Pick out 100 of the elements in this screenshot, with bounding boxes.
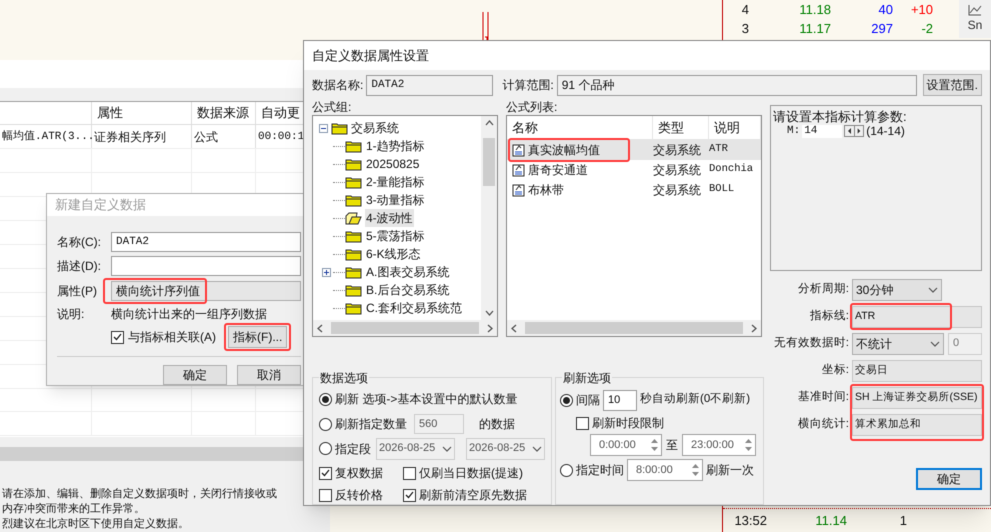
dialog-button[interactable]: 取消 (237, 365, 301, 385)
horizontal-scrollbar[interactable] (313, 320, 497, 336)
formula-name: 布林带 (528, 182, 564, 199)
dialog-title: 自定义数据属性设置 (312, 46, 429, 65)
radio-button[interactable] (560, 394, 573, 406)
checkbox[interactable] (403, 466, 416, 480)
quote-price: 11.18 (798, 0, 831, 19)
formula-type: 交易系统 (653, 162, 702, 179)
list-row[interactable]: 真实波幅均值 交易系统 ATR (507, 140, 761, 160)
checkbox[interactable] (111, 330, 124, 344)
param-field[interactable]: 14 (802, 124, 842, 138)
ok-button[interactable]: 确定 (916, 468, 982, 490)
checkbox-label[interactable]: 刷新时段限制 (592, 414, 664, 432)
folder-icon (345, 248, 362, 260)
list-row[interactable]: 唐奇安通道 交易系统 Donchia (507, 160, 761, 180)
checkbox-label[interactable]: 刷新前清空原先数据 (419, 486, 527, 504)
time-spinner[interactable]: 23:00:00 (682, 434, 756, 456)
setting-label: 坐标: (820, 362, 849, 378)
folder-icon (331, 122, 348, 134)
field-label: 名称(C): (57, 234, 102, 251)
input-field[interactable]: 0 (948, 332, 982, 354)
note-text: 内存冲突而带来的工作异常。 (2, 502, 145, 517)
input-field[interactable]: 91 个品种 (556, 74, 917, 96)
input-field[interactable]: DATA2 (111, 232, 301, 252)
list-row[interactable]: 布林带 交易系统 BOLL (507, 180, 761, 200)
chart-icon[interactable] (968, 4, 982, 16)
tree-item[interactable]: A.图表交易系统 (365, 263, 450, 281)
tree-item[interactable]: 3-动量指标 (365, 191, 426, 209)
table-cell: 幅均值.ATR(3... (0, 125, 92, 148)
folder-icon (345, 284, 362, 296)
dialog-button[interactable]: 确定 (163, 365, 227, 385)
horizontal-scrollbar[interactable] (507, 320, 761, 336)
folder-icon (345, 194, 362, 206)
checkbox[interactable] (319, 466, 332, 480)
tree-item[interactable]: B.后台交易系统 (365, 281, 450, 299)
field-label: 说明: (57, 306, 86, 323)
tree-view[interactable]: 交易系统 1-趋势指标 20250825 2-量能指标 3-动量指标 4-波动性 5-震荡指标 6-K线形态 A.图表交易系统 B.后台交易系统 C.套利交易系统范 (312, 115, 498, 337)
tree-item[interactable]: 5-震荡指标 (365, 227, 426, 245)
tree-item[interactable]: C.套利交易系统范 (365, 299, 463, 317)
param-stepper[interactable] (844, 125, 864, 137)
tree-item[interactable]: 20250825 (365, 155, 420, 173)
scroll-right-icon (487, 324, 493, 332)
radio-label[interactable]: 指定时间 (576, 461, 624, 479)
dropdown[interactable]: 不统计 (852, 332, 944, 354)
expand-icon[interactable] (322, 268, 330, 276)
checkbox-label[interactable]: 复权数据 (335, 464, 383, 482)
column-header[interactable]: 名称 (507, 116, 653, 139)
scrollbar-thumb[interactable] (331, 322, 479, 334)
indicator-button[interactable]: 指标(F)... (228, 326, 288, 348)
scrollbar-thumb[interactable] (483, 138, 495, 186)
quote-level: 4 (740, 0, 749, 19)
tree-item[interactable]: 2-量能指标 (365, 173, 426, 191)
formula-description: ATR (709, 142, 729, 158)
section-label: 公式列表: (506, 98, 558, 116)
scrollbar-thumb[interactable] (525, 322, 743, 334)
open-folder-icon (345, 212, 362, 224)
dropdown[interactable]: 30分钟 (852, 278, 942, 300)
column-header[interactable]: 类型 (653, 116, 709, 139)
chevron-down-icon (442, 446, 452, 452)
explanation-text: 横向统计出来的一组序列数据 (111, 306, 267, 323)
params-prompt: 请设置本指标计算参数: (773, 110, 908, 124)
checkbox-label[interactable]: 仅刷当日数据(提速) (419, 464, 523, 482)
quote-price: 11.17 (798, 20, 831, 38)
tree-item[interactable]: 6-K线形态 (365, 245, 422, 263)
time-spinner[interactable]: 0:00:00 (590, 434, 662, 456)
tree-item[interactable]: 交易系统 (351, 119, 399, 137)
checkbox[interactable] (403, 488, 416, 502)
range-separator: 至 (666, 437, 678, 454)
checkbox-label[interactable]: 反转价格 (335, 486, 383, 504)
checkbox[interactable] (319, 488, 332, 502)
tree-item[interactable]: 1-趋势指标 (365, 137, 426, 155)
field-label: 计算范围: (502, 77, 554, 94)
input-field[interactable] (111, 256, 301, 276)
column-header[interactable]: 属性 (92, 102, 192, 124)
column-header[interactable]: 说明 (709, 116, 761, 139)
checkbox[interactable] (576, 416, 589, 430)
dialog-title: 新建自定义数据 (55, 196, 146, 214)
radio-button[interactable] (319, 392, 332, 406)
scroll-left-icon (317, 324, 323, 332)
check-icon (113, 333, 122, 341)
field-suffix: 秒自动刷新(0不刷新) (640, 391, 750, 408)
radio-button[interactable] (560, 464, 573, 476)
interval-field[interactable]: 10 (603, 390, 637, 410)
scroll-up-icon (484, 120, 494, 126)
radio-label[interactable]: 刷新 选项->基本设置中的默认数量 (335, 390, 518, 408)
collapse-icon[interactable] (319, 124, 328, 132)
radio-label[interactable]: 间隔 (576, 391, 600, 409)
time-spinner[interactable]: 8:00:00 (627, 459, 703, 481)
spin-arrows-icon (691, 462, 700, 478)
spin-arrows-icon (744, 437, 753, 453)
column-header[interactable]: 数据来源 (192, 102, 256, 124)
vertical-scrollbar[interactable] (481, 116, 497, 320)
check-icon (405, 491, 414, 500)
input-field[interactable]: DATA2 (366, 74, 494, 96)
dropdown[interactable]: 横向统计序列值 (111, 281, 301, 301)
set-range-button[interactable]: 设置范围. (922, 74, 982, 96)
scroll-left-icon (511, 324, 517, 332)
quote-level: 3 (740, 20, 749, 38)
checkbox-label[interactable]: 与指标相关联(A) (128, 328, 216, 346)
tree-item[interactable]: 4-波动性 (365, 209, 414, 227)
